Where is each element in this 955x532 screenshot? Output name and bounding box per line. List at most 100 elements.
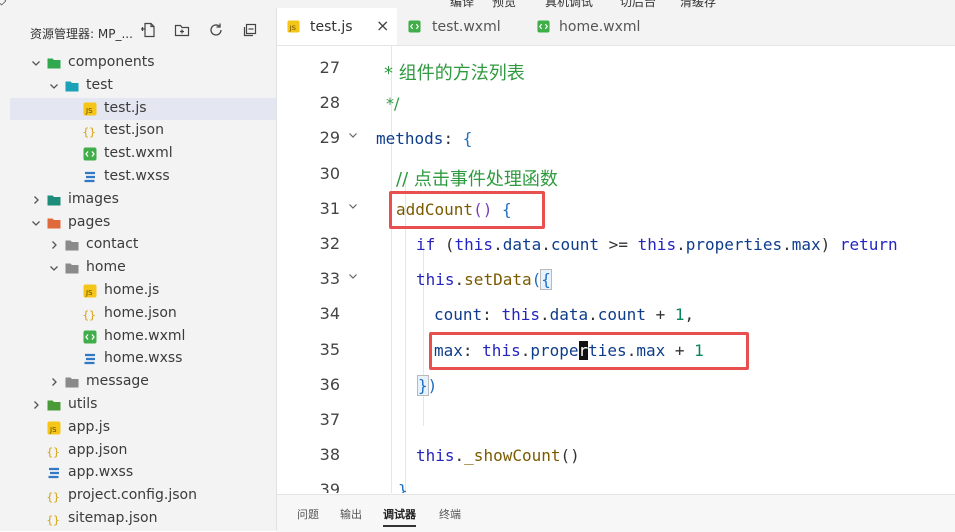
tree-item[interactable]: test: [10, 75, 276, 97]
code-line[interactable]: 37: [277, 403, 955, 438]
chevron-down-icon[interactable]: [48, 262, 60, 274]
tree-item[interactable]: JS app.js: [10, 417, 276, 439]
toolbar-preview[interactable]: 预览: [492, 0, 516, 8]
bottom-panel: 问题 输出 调试器 终端: [277, 494, 955, 532]
refresh-icon[interactable]: [208, 22, 224, 38]
chevron-right-icon[interactable]: [30, 194, 42, 206]
folder-icon: [65, 79, 79, 93]
tree-item[interactable]: home: [10, 257, 276, 279]
line-number: 31: [319, 198, 340, 218]
code-line[interactable]: 34 count: this.data.count + 1,: [277, 297, 955, 332]
tree-item[interactable]: app.wxss: [10, 462, 276, 484]
tree-item[interactable]: components: [10, 52, 276, 74]
tree-item[interactable]: {} app.json: [10, 440, 276, 462]
tab-test-wxml[interactable]: test.wxml: [398, 8, 524, 45]
code-text: this._showCount(): [416, 446, 580, 466]
tree-item-label: contact: [86, 236, 139, 253]
chevron-right-icon[interactable]: [48, 376, 60, 388]
close-icon[interactable]: ×: [376, 16, 389, 35]
fold-chevron-icon[interactable]: [347, 199, 359, 211]
tree-item[interactable]: test.wxss: [10, 166, 276, 188]
tree-item-label: sitemap.json: [68, 510, 158, 526]
tree-item[interactable]: test.wxml: [10, 143, 276, 165]
tree-item[interactable]: {} project.config.json: [10, 485, 276, 507]
code-text: * 组件的方法列表: [384, 63, 525, 84]
tree-item[interactable]: JS home.js: [10, 280, 276, 302]
toolbar: ◇ 编译 预览 真机调试 切后台 清缓存: [0, 0, 955, 8]
tree-item[interactable]: contact: [10, 234, 276, 256]
code-line[interactable]: 32 if (this.data.count >= this.properties…: [277, 227, 955, 262]
svg-text:JS: JS: [85, 107, 93, 115]
pages-folder-icon: [47, 216, 61, 230]
toolbar-compile[interactable]: 编译: [450, 0, 474, 8]
tree-item[interactable]: {} home.json: [10, 303, 276, 325]
chevron-down-icon[interactable]: [30, 57, 42, 69]
toolbar-clear-cache[interactable]: 清缓存: [680, 0, 716, 8]
images-folder-icon: [47, 193, 61, 207]
line-number: 39: [319, 480, 340, 493]
fold-chevron-icon[interactable]: [347, 269, 359, 281]
tree-item-label: components: [68, 54, 155, 70]
new-folder-icon[interactable]: [174, 22, 190, 38]
tree-item-label: test.wxss: [104, 168, 170, 184]
panel-tab-output[interactable]: 输出: [340, 506, 362, 522]
svg-text:{}: {}: [47, 445, 60, 458]
code-line[interactable]: 38 this._showCount(): [277, 438, 955, 473]
code-text: },: [398, 481, 418, 493]
line-number: 38: [319, 445, 340, 465]
tree-item-label: project.config.json: [68, 487, 197, 504]
code-line[interactable]: 31 addCount() {: [277, 192, 955, 227]
code-text: if (this.data.count >= this.properties.m…: [416, 235, 898, 254]
folder-icon: [65, 238, 79, 252]
code-text: }): [417, 374, 438, 396]
tree-item[interactable]: JS test.js: [10, 97, 276, 120]
wxss-file-icon: [83, 352, 97, 366]
fold-chevron-icon[interactable]: [347, 128, 359, 140]
tree-item[interactable]: message: [10, 371, 276, 393]
code-line[interactable]: 28 */: [277, 86, 955, 121]
code-line[interactable]: 33 this.setData({: [277, 262, 955, 297]
tree-item[interactable]: {} sitemap.json: [10, 508, 276, 530]
wxml-file-icon: [537, 20, 550, 33]
code-line[interactable]: 30 // 点击事件处理函数: [277, 157, 955, 192]
tab-home-wxml[interactable]: home.wxml: [525, 8, 655, 45]
wxss-file-icon: [47, 466, 61, 480]
chevron-right-icon[interactable]: [48, 239, 60, 251]
code-line[interactable]: 29 methods: {: [277, 121, 955, 156]
chevron-right-icon[interactable]: [30, 399, 42, 411]
toolbar-background[interactable]: 切后台: [620, 0, 656, 8]
toolbar-device-debug[interactable]: 真机调试: [545, 0, 593, 8]
line-number: 32: [319, 234, 340, 253]
tab-test-js[interactable]: JS test.js ×: [277, 8, 397, 45]
panel-tab-terminal[interactable]: 终端: [439, 506, 461, 522]
tree-item-label: home.wxml: [104, 327, 186, 344]
tree-item-label: app.js: [68, 418, 110, 435]
tree-item-label: pages: [68, 213, 111, 230]
utils-folder-icon: [47, 398, 61, 412]
line-number: 29: [319, 128, 340, 148]
tree-item[interactable]: pages: [10, 212, 276, 234]
tree-item[interactable]: home.wxml: [10, 326, 276, 348]
tree-item[interactable]: utils: [10, 394, 276, 416]
json-file-icon: {}: [47, 512, 61, 527]
line-number: 37: [319, 410, 340, 429]
code-line[interactable]: 36}): [277, 368, 955, 403]
new-file-icon[interactable]: [141, 22, 157, 38]
tree-item[interactable]: images: [10, 189, 276, 211]
tree-item-label: home.json: [104, 304, 177, 321]
js-file-icon: JS: [83, 102, 97, 116]
tree-item[interactable]: {} test.json: [10, 120, 276, 142]
code-line[interactable]: 39},: [277, 473, 955, 493]
js-file-icon: JS: [47, 421, 61, 435]
json-file-icon: {}: [83, 307, 97, 321]
code-line[interactable]: 27 * 组件的方法列表: [277, 51, 955, 86]
code-editor[interactable]: 27 * 组件的方法列表 28 */ 29 methods: {30 // 点击事件处理函数…: [277, 46, 955, 493]
panel-tab-debugger[interactable]: 调试器: [383, 506, 416, 527]
chevron-down-icon[interactable]: [30, 217, 42, 229]
panel-tab-problems[interactable]: 问题: [297, 506, 319, 522]
tree-item[interactable]: home.wxss: [10, 348, 276, 370]
chevron-down-icon[interactable]: [48, 80, 60, 92]
explorer-sidebar: 资源管理器: MP_... components test JS test.js {} t…: [0, 8, 277, 531]
svg-text:{}: {}: [83, 308, 96, 321]
collapse-all-icon[interactable]: [242, 22, 258, 38]
